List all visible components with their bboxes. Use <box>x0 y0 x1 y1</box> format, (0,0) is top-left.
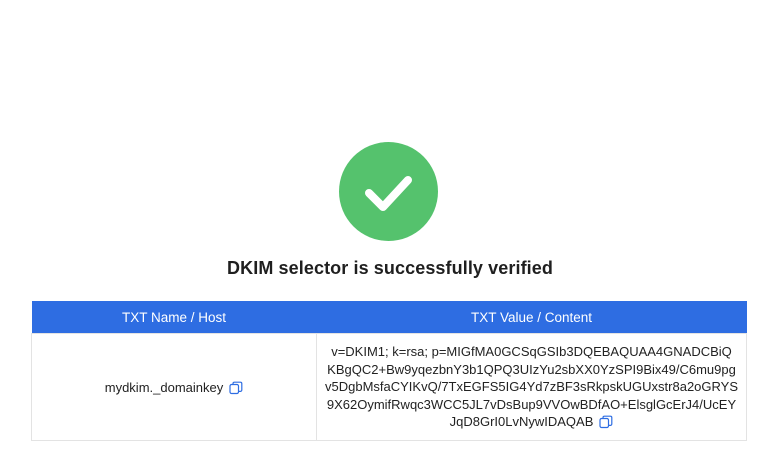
column-header-txt-value: TXT Value / Content <box>316 301 747 334</box>
txt-value-cell: v=DKIM1; k=rsa; p=MIGfMA0GCSqGSIb3DQEBAQ… <box>316 333 747 441</box>
column-header-txt-name: TXT Name / Host <box>31 301 317 334</box>
copy-name-icon[interactable] <box>229 381 243 395</box>
txt-value-line-3[interactable]: v5DgbMsfaCYIKvQ/7TxEGFS5IG4Yd7zBF3sRkpsk… <box>325 379 738 394</box>
txt-value-line-1[interactable]: v=DKIM1; k=rsa; p=MIGfMA0GCSqGSIb3DQEBAQ… <box>331 344 732 359</box>
dns-record-table: TXT Name / Host TXT Value / Content mydk… <box>31 301 747 441</box>
txt-value-line-4[interactable]: 9X62OymifRwqc3WCC5JL7vDsBup9VVOwBDfAO+El… <box>327 397 736 412</box>
copy-value-icon[interactable] <box>599 415 613 429</box>
success-check-icon <box>339 142 438 241</box>
table-header-row: TXT Name / Host TXT Value / Content <box>31 301 747 334</box>
txt-value-line-5[interactable]: JqD8GrI0LvNywIDAQAB <box>450 414 594 429</box>
txt-name-cell: mydkim._domainkey <box>31 333 317 441</box>
txt-value-line-2[interactable]: KBgQC2+Bw9yqezbnY3b1QPQ3UIzYu2sbXX0YzSPI… <box>327 362 736 377</box>
verification-status-message: DKIM selector is successfully verified <box>227 258 553 278</box>
table-row: mydkim._domainkey v=DKIM1; k=rsa; p=MIGf… <box>31 333 747 441</box>
dkim-verification-page: DKIM selector is successfully verified T… <box>0 0 780 472</box>
txt-name-text[interactable]: mydkim._domainkey <box>105 380 224 395</box>
